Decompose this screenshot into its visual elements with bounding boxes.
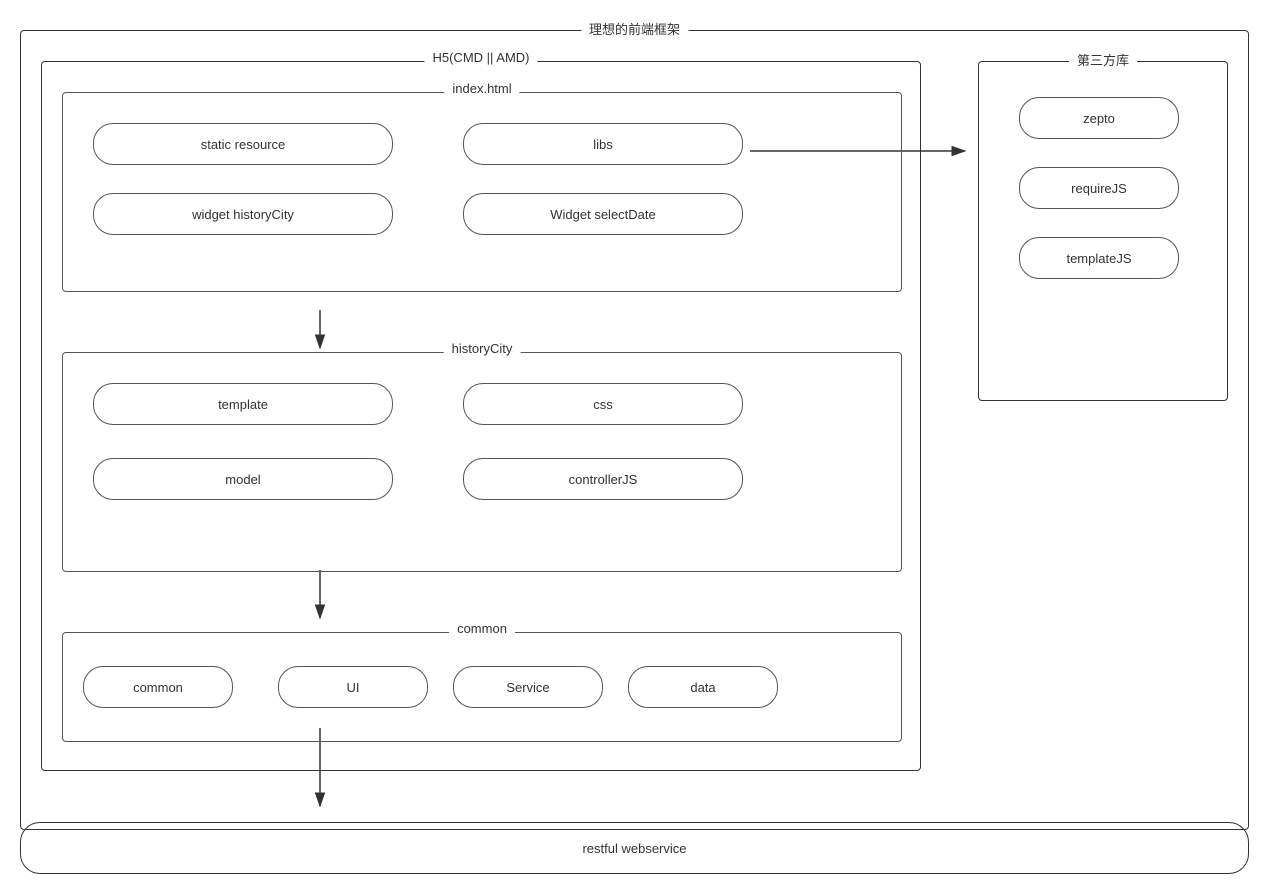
model-pill: model xyxy=(93,458,393,500)
zepto-pill: zepto xyxy=(1019,97,1179,139)
history-title: historyCity xyxy=(444,341,521,356)
third-box: 第三方库 zepto requireJS templateJS xyxy=(978,61,1228,401)
widget-history-pill: widget historyCity xyxy=(93,193,393,235)
outer-title: 理想的前端框架 xyxy=(581,19,688,38)
data-pill: data xyxy=(628,666,778,708)
index-box: index.html static resource libs widget h… xyxy=(62,92,902,292)
h5-box: H5(CMD || AMD) index.html static resourc… xyxy=(41,61,921,771)
common-box: common common UI Service data xyxy=(62,632,902,742)
restful-box: restful webservice xyxy=(20,822,1249,874)
common-title: common xyxy=(449,621,515,636)
common-pill: common xyxy=(83,666,233,708)
template-pill: template xyxy=(93,383,393,425)
css-pill: css xyxy=(463,383,743,425)
requirejs-pill: requireJS xyxy=(1019,167,1179,209)
templatejs-pill: templateJS xyxy=(1019,237,1179,279)
history-box: historyCity template css model controlle… xyxy=(62,352,902,572)
static-resource-pill: static resource xyxy=(93,123,393,165)
service-pill: Service xyxy=(453,666,603,708)
h5-title: H5(CMD || AMD) xyxy=(424,50,537,65)
restful-title: restful webservice xyxy=(582,841,686,856)
libs-pill: libs xyxy=(463,123,743,165)
outer-box: 理想的前端框架 H5(CMD || AMD) index.html static… xyxy=(20,30,1249,830)
widget-select-pill: Widget selectDate xyxy=(463,193,743,235)
index-title: index.html xyxy=(444,81,519,96)
third-title: 第三方库 xyxy=(1069,50,1137,69)
controllerjs-pill: controllerJS xyxy=(463,458,743,500)
ui-pill: UI xyxy=(278,666,428,708)
diagram-wrapper: 理想的前端框架 H5(CMD || AMD) index.html static… xyxy=(10,10,1259,884)
